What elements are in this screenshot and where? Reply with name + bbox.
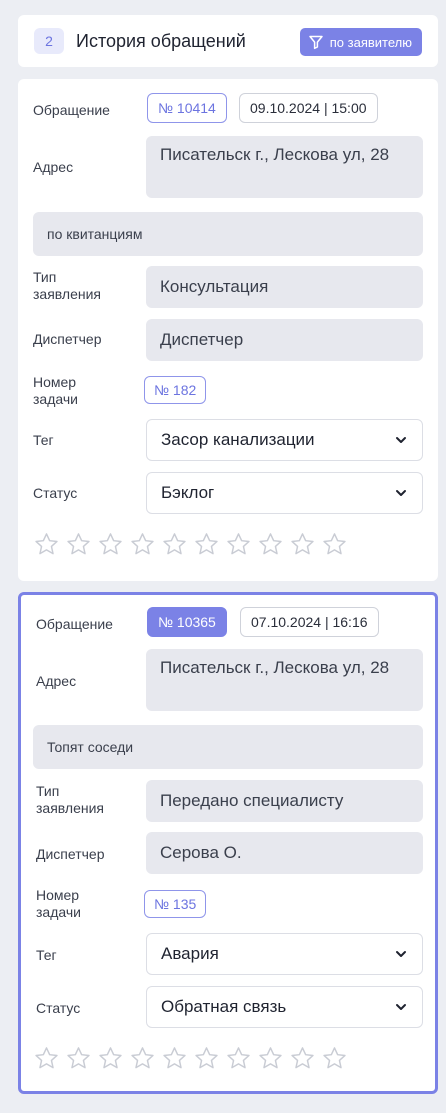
- type-label: Тип заявления: [33, 269, 101, 302]
- tag-select[interactable]: Авария: [146, 933, 423, 975]
- chevron-down-icon: [396, 951, 406, 957]
- tag-value: Авария: [161, 944, 219, 963]
- comment-field: Топят соседи: [33, 725, 423, 769]
- filter-label: по заявителю: [329, 34, 412, 50]
- star-icon[interactable]: [321, 1045, 348, 1072]
- appeal-card[interactable]: Обращение № 10414 09.10.2024 | 15:00 Адр…: [18, 79, 438, 581]
- appeal-label: Обращение: [36, 616, 113, 632]
- dispatcher-field: Диспетчер: [146, 319, 423, 361]
- dispatcher-field: Серова О.: [146, 832, 423, 874]
- star-icon[interactable]: [33, 1045, 60, 1072]
- star-icon[interactable]: [193, 1045, 220, 1072]
- star-icon[interactable]: [289, 531, 316, 558]
- count-badge: 2: [34, 28, 64, 54]
- dispatcher-label: Диспетчер: [36, 846, 105, 862]
- status-label: Статус: [36, 1000, 81, 1016]
- star-icon[interactable]: [161, 1045, 188, 1072]
- appeal-number[interactable]: № 10414: [147, 93, 227, 123]
- appeal-card-selected[interactable]: Обращение № 10365 07.10.2024 | 16:16 Адр…: [18, 592, 438, 1094]
- tag-label: Тег: [33, 432, 54, 448]
- star-icon[interactable]: [129, 531, 156, 558]
- star-icon[interactable]: [257, 531, 284, 558]
- address-label: Адрес: [33, 159, 74, 175]
- task-number[interactable]: № 182: [144, 376, 207, 404]
- tag-value: Засор канализации: [161, 430, 315, 449]
- address-field: Писательск г., Лескова ул, 28: [146, 136, 423, 198]
- tag-select[interactable]: Засор канализации: [146, 419, 423, 461]
- status-select[interactable]: Бэклог: [146, 472, 423, 514]
- star-icon[interactable]: [225, 1045, 252, 1072]
- star-icon[interactable]: [289, 1045, 316, 1072]
- star-icon[interactable]: [225, 531, 252, 558]
- type-field: Передано специалисту: [146, 780, 423, 822]
- star-icon[interactable]: [129, 1045, 156, 1072]
- appeal-datetime: 07.10.2024 | 16:16: [240, 607, 379, 637]
- star-icon[interactable]: [33, 531, 60, 558]
- star-icon[interactable]: [321, 531, 348, 558]
- task-number[interactable]: № 135: [144, 890, 207, 918]
- tag-label: Тег: [36, 947, 57, 963]
- appeal-number[interactable]: № 10365: [147, 607, 227, 637]
- type-label: Тип заявления: [36, 783, 104, 816]
- star-icon[interactable]: [97, 1045, 124, 1072]
- status-label: Статус: [33, 485, 78, 501]
- history-header: 2 История обращений по заявителю: [18, 15, 438, 67]
- appeal-label: Обращение: [33, 102, 110, 118]
- status-value: Бэклог: [161, 483, 215, 502]
- star-icon[interactable]: [257, 1045, 284, 1072]
- star-icon[interactable]: [65, 531, 92, 558]
- appeal-datetime: 09.10.2024 | 15:00: [239, 93, 378, 123]
- address-label: Адрес: [36, 673, 77, 689]
- star-icon[interactable]: [161, 531, 188, 558]
- star-icon[interactable]: [193, 531, 220, 558]
- rating-stars[interactable]: [33, 531, 348, 558]
- task-number-label: Номер задачи: [33, 374, 78, 407]
- status-value: Обратная связь: [161, 997, 287, 1016]
- filter-by-applicant-button[interactable]: по заявителю: [299, 28, 422, 56]
- funnel-icon: [309, 35, 323, 50]
- address-field: Писательск г., Лескова ул, 28: [146, 649, 423, 711]
- comment-field: по квитанциям: [33, 212, 423, 256]
- header-title: История обращений: [76, 30, 246, 51]
- chevron-down-icon: [396, 490, 406, 496]
- chevron-down-icon: [396, 1004, 406, 1010]
- status-select[interactable]: Обратная связь: [146, 986, 423, 1028]
- star-icon[interactable]: [65, 1045, 92, 1072]
- type-field: Консультация: [146, 266, 423, 308]
- chevron-down-icon: [396, 437, 406, 443]
- star-icon[interactable]: [97, 531, 124, 558]
- task-number-label: Номер задачи: [36, 887, 81, 920]
- dispatcher-label: Диспетчер: [33, 331, 102, 347]
- rating-stars[interactable]: [33, 1045, 348, 1072]
